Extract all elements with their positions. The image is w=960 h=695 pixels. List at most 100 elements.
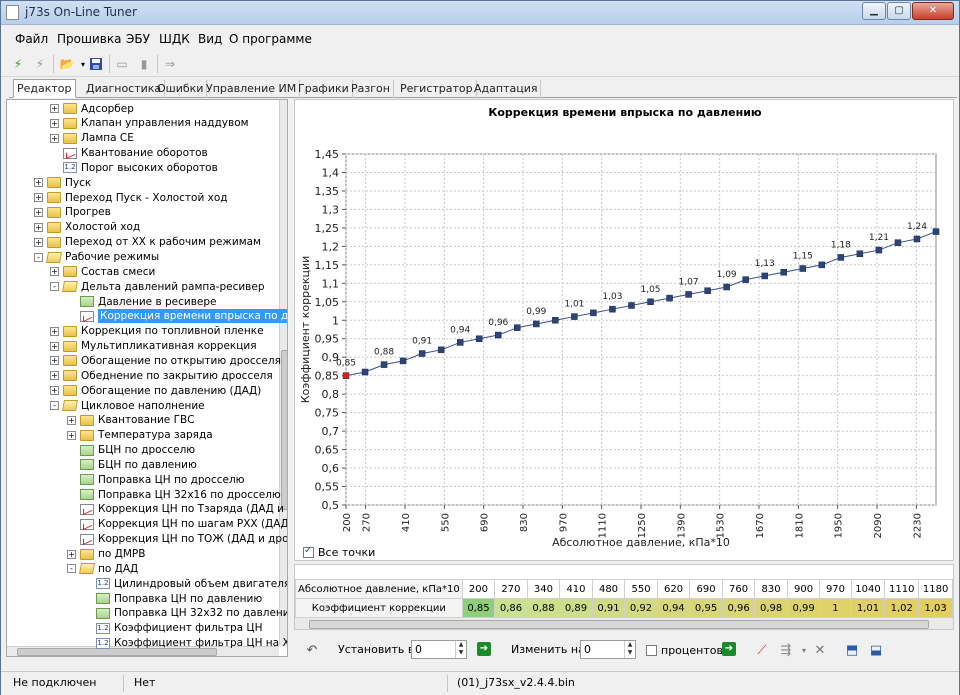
tree-node[interactable]: 1.2 Коэффициент фильтра ЦН на ХХ: [83, 636, 287, 651]
data-point[interactable]: [456, 339, 464, 346]
tab-editor[interactable]: Редактор: [13, 79, 76, 98]
tree-node[interactable]: + Обогащение по давлению (ДАД): [50, 383, 261, 398]
tab-logger[interactable]: Регистратор: [397, 80, 477, 98]
data-point[interactable]: [723, 283, 730, 291]
coef-cell[interactable]: 1: [819, 598, 852, 618]
minimize-button[interactable]: ▁: [862, 2, 886, 20]
grid-scroll-thumb[interactable]: [309, 620, 929, 629]
data-point[interactable]: [742, 276, 749, 283]
data-point[interactable]: [647, 298, 654, 306]
tree-scroll-thumb[interactable]: [281, 350, 287, 510]
coef-cell[interactable]: 1,02: [884, 598, 920, 618]
tree-node[interactable]: - по ДАД: [67, 561, 138, 576]
tree-node[interactable]: + Прогрев: [34, 205, 111, 220]
tree-node[interactable]: Поправка ЦН 32x32 по давлению: [83, 606, 287, 621]
coef-cell[interactable]: 0,86: [494, 598, 528, 618]
arrow-right-icon[interactable]: ⇒: [161, 55, 179, 73]
percent-checkbox[interactable]: процентов: [646, 644, 723, 657]
tree-node[interactable]: Коррекция ЦН по Тзаряда (ДАД и д: [67, 502, 287, 517]
data-point[interactable]: [761, 272, 768, 280]
tree-node[interactable]: + Адсорбер: [50, 101, 134, 116]
tree-node[interactable]: + Переход от ХХ к рабочим режимам: [34, 235, 261, 250]
tab-errors[interactable]: Ошибки: [154, 80, 208, 98]
tools-icon[interactable]: ✕: [810, 640, 830, 660]
menu-about[interactable]: О программе: [229, 32, 312, 46]
data-point[interactable]: [609, 305, 616, 313]
data-point[interactable]: [685, 291, 692, 298]
interpolate-icon[interactable]: ⟋: [752, 640, 772, 660]
data-point[interactable]: [856, 250, 864, 258]
expand-icon[interactable]: +: [34, 193, 43, 203]
tree-node[interactable]: Давление в ресивере: [67, 294, 217, 309]
coef-cell[interactable]: 0,95: [689, 598, 723, 618]
tree-node[interactable]: Коррекция ЦН по шагам РХХ (ДАД: [67, 517, 287, 532]
menu-view[interactable]: Вид: [198, 32, 222, 46]
coef-cell[interactable]: 0,89: [559, 598, 593, 618]
apply-change-button[interactable]: ➔: [722, 642, 736, 656]
expand-icon[interactable]: +: [50, 371, 59, 381]
expand-icon[interactable]: +: [67, 549, 76, 559]
expand-icon[interactable]: +: [34, 178, 43, 188]
disconnect-icon[interactable]: ⚡: [31, 55, 49, 73]
tree-node[interactable]: Поправка ЦН 32x16 по дросселю: [67, 487, 281, 502]
coef-cell[interactable]: 0,88: [526, 598, 561, 618]
show-all-points-checkbox[interactable]: Все точки: [303, 545, 375, 559]
tree-node[interactable]: 1.2 Коэффициент фильтра ЦН: [83, 621, 262, 636]
tab-charts[interactable]: Графики: [295, 80, 353, 98]
data-point[interactable]: [533, 320, 540, 328]
coef-cell[interactable]: 0,99: [786, 598, 821, 618]
tree-node[interactable]: + по ДМРВ: [67, 547, 145, 562]
set-to-input[interactable]: 0 ▲ ▼: [411, 640, 467, 659]
tab-adaptation[interactable]: Адаптация: [471, 80, 542, 98]
data-point[interactable]: [799, 265, 807, 272]
data-point[interactable]: [818, 261, 826, 269]
data-point[interactable]: [932, 228, 940, 235]
data-point[interactable]: [590, 309, 597, 317]
tree-node[interactable]: + Клапан управления наддувом: [50, 116, 249, 131]
tab-diagnostics[interactable]: Диагностика: [83, 80, 166, 98]
data-point[interactable]: [418, 350, 426, 357]
export-icon[interactable]: ⬓: [866, 640, 886, 660]
coef-cell[interactable]: 1,01: [850, 598, 886, 618]
parameter-tree[interactable]: + Адсорбер + Клапан управления наддувом + Лам…: [6, 99, 288, 657]
apply-set-button[interactable]: ➔: [477, 642, 491, 656]
collapse-icon[interactable]: -: [50, 282, 59, 292]
menu-file[interactable]: Файл: [15, 32, 48, 46]
tree-node[interactable]: + Переход Пуск - Холостой ход: [34, 190, 228, 205]
tree-node[interactable]: 1.2 Порог высоких оборотов: [50, 160, 218, 175]
data-point[interactable]: [475, 335, 483, 342]
menu-ecu[interactable]: ЭБУ: [126, 32, 150, 46]
data-point[interactable]: [342, 372, 350, 379]
import-icon[interactable]: ⬒: [842, 640, 862, 660]
tree-node[interactable]: Поправка ЦН по дросселю: [67, 472, 245, 487]
data-point[interactable]: [628, 302, 635, 309]
tree-node[interactable]: + Обеднение по закрытию дросселя: [50, 368, 273, 383]
save-icon[interactable]: [87, 55, 105, 73]
expand-icon[interactable]: +: [67, 430, 76, 440]
data-point[interactable]: [361, 368, 369, 376]
tree-vertical-scrollbar[interactable]: [279, 100, 287, 646]
coef-cell[interactable]: 0,91: [591, 598, 626, 618]
data-point[interactable]: [913, 235, 921, 243]
chip-icon[interactable]: ▭: [113, 55, 131, 73]
data-point[interactable]: [780, 268, 787, 276]
tree-node[interactable]: + Лампа CE: [50, 131, 134, 146]
collapse-icon[interactable]: -: [67, 564, 76, 574]
data-point[interactable]: [894, 239, 902, 246]
data-point[interactable]: [437, 346, 445, 354]
expand-icon[interactable]: +: [34, 207, 43, 217]
smooth-icon[interactable]: ⇶: [776, 640, 796, 660]
menu-firmware[interactable]: Прошивка: [57, 32, 121, 46]
expand-icon[interactable]: +: [67, 415, 76, 425]
change-by-input[interactable]: 0 ▲ ▼: [580, 640, 636, 659]
expand-icon[interactable]: +: [50, 341, 59, 351]
expand-icon[interactable]: +: [50, 133, 59, 143]
expand-icon[interactable]: +: [50, 356, 59, 366]
tree-node[interactable]: - Рабочие режимы: [34, 250, 159, 265]
tree-node[interactable]: + Пуск: [34, 175, 91, 190]
checkbox-box[interactable]: [303, 545, 314, 558]
coef-cell[interactable]: 0,98: [754, 598, 788, 618]
spin-arrows-icon[interactable]: ▲ ▼: [455, 641, 466, 658]
expand-icon[interactable]: +: [34, 222, 43, 232]
tree-node[interactable]: Коррекция ЦН по ТОЖ (ДАД и дрос: [67, 532, 287, 547]
